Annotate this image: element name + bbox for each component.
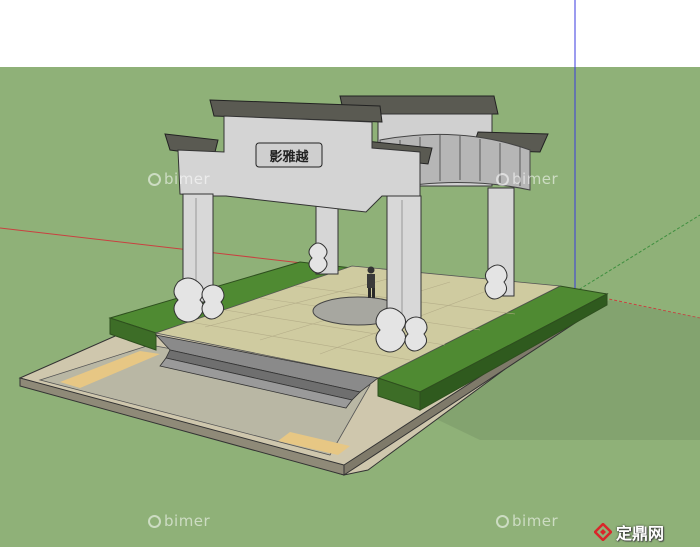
scene-svg: 影雅越 [0,0,700,547]
sketchup-viewport[interactable]: 影雅越 bimer bimer bimer bimer 定鼎网 [0,0,700,547]
plaque-text: 影雅越 [269,149,309,165]
pillar-front-right [386,195,422,327]
brand-text: 定鼎网 [616,524,665,543]
sky [0,0,700,67]
person-figure [367,266,375,298]
brand-logo-icon [594,523,612,541]
brand-watermark: 定鼎网 [594,520,664,544]
